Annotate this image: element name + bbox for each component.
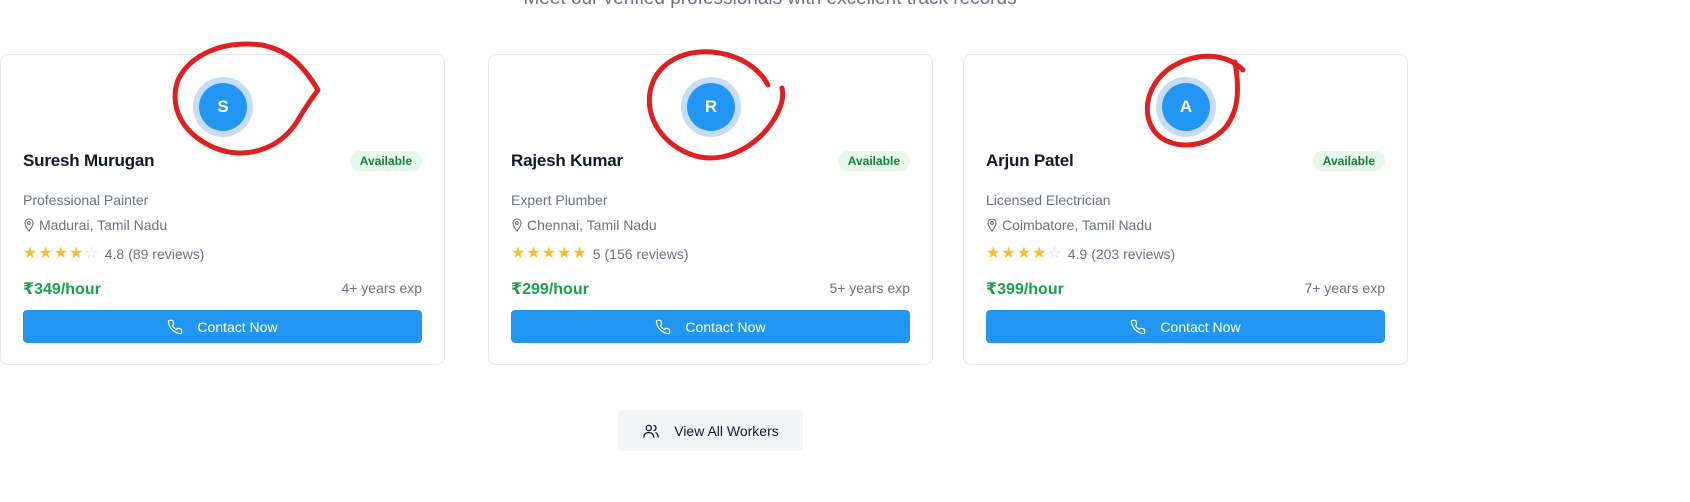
hourly-price: ₹299/hour	[511, 281, 589, 298]
worker-name: Suresh Murugan	[23, 151, 155, 170]
users-icon	[643, 424, 659, 438]
contact-label: Contact Now	[1160, 318, 1241, 335]
avatar: A	[1162, 83, 1210, 131]
star-icon: ★	[572, 245, 587, 262]
avatar-ring: A	[1156, 77, 1216, 137]
hourly-price: ₹399/hour	[986, 281, 1064, 298]
view-all-label: View All Workers	[674, 422, 779, 439]
map-pin-icon	[24, 218, 34, 232]
rating-value: 4.9	[1067, 246, 1088, 262]
map-pin-icon	[512, 218, 522, 232]
worker-profession: Expert Plumber	[511, 192, 608, 208]
star-icon: ★	[986, 245, 1001, 262]
experience-text: 7+ years exp	[1304, 280, 1385, 296]
avatar-ring: S	[193, 77, 253, 137]
star-rating: ★ ★ ★ ★ ☆	[986, 245, 1062, 263]
contact-label: Contact Now	[685, 318, 766, 335]
experience-text: 4+ years exp	[341, 280, 422, 296]
worker-card: A Arjun Patel Available Licensed Electri…	[963, 54, 1408, 365]
contact-now-button[interactable]: Contact Now	[986, 310, 1385, 343]
status-badge: Available	[349, 151, 422, 171]
star-icon: ★	[557, 245, 572, 262]
hourly-price: ₹349/hour	[23, 281, 101, 298]
worker-location: Coimbatore, Tamil Nadu	[986, 217, 1152, 233]
rating-row: ★ ★ ★ ★ ☆ 4.9 (203 reviews)	[986, 245, 1175, 263]
rating-value: 4.8	[104, 246, 125, 262]
star-icon: ☆	[84, 245, 99, 262]
contact-now-button[interactable]: Contact Now	[23, 310, 422, 343]
review-count: (89 reviews)	[128, 246, 205, 262]
worker-card: R Rajesh Kumar Available Expert Plumber …	[488, 54, 933, 365]
location-text: Chennai, Tamil Nadu	[527, 217, 657, 233]
star-icon: ★	[23, 245, 38, 262]
star-icon: ★	[511, 245, 526, 262]
status-badge: Available	[837, 151, 910, 171]
review-count: (156 reviews)	[604, 246, 689, 262]
worker-location: Chennai, Tamil Nadu	[511, 217, 657, 233]
phone-icon	[1131, 319, 1146, 334]
worker-name: Arjun Patel	[986, 151, 1074, 170]
worker-profession: Professional Painter	[23, 192, 149, 208]
star-icon: ☆	[1047, 245, 1062, 262]
rating-value: 5	[592, 246, 601, 262]
worker-name: Rajesh Kumar	[511, 151, 623, 170]
phone-icon	[656, 319, 671, 334]
worker-location: Madurai, Tamil Nadu	[23, 217, 167, 233]
rating-row: ★ ★ ★ ★ ☆ 4.8 (89 reviews)	[23, 245, 204, 263]
review-count: (203 reviews)	[1091, 246, 1176, 262]
map-pin-icon	[987, 218, 997, 232]
view-all-workers-button[interactable]: View All Workers	[618, 410, 803, 451]
rating-row: ★ ★ ★ ★ ★ 5 (156 reviews)	[511, 245, 689, 263]
star-icon: ★	[38, 245, 53, 262]
avatar: R	[687, 83, 735, 131]
star-rating: ★ ★ ★ ★ ☆	[23, 245, 99, 263]
experience-text: 5+ years exp	[829, 280, 910, 296]
status-badge: Available	[1312, 151, 1385, 171]
location-text: Madurai, Tamil Nadu	[39, 217, 168, 233]
worker-profession: Licensed Electrician	[986, 192, 1111, 208]
phone-icon	[168, 319, 183, 334]
star-icon: ★	[69, 245, 84, 262]
section-subtitle: Meet our verified professionals with exc…	[0, 0, 1540, 10]
star-icon: ★	[1001, 245, 1016, 262]
contact-now-button[interactable]: Contact Now	[511, 310, 910, 343]
star-icon: ★	[526, 245, 541, 262]
avatar-ring: R	[681, 77, 741, 137]
worker-card: S Suresh Murugan Available Professional …	[0, 54, 445, 365]
star-icon: ★	[541, 245, 557, 262]
star-rating: ★ ★ ★ ★ ★	[511, 245, 587, 263]
contact-label: Contact Now	[197, 318, 278, 335]
star-icon: ★	[1032, 245, 1047, 262]
star-icon: ★	[53, 245, 69, 262]
location-text: Coimbatore, Tamil Nadu	[1002, 217, 1152, 233]
star-icon: ★	[1016, 245, 1032, 262]
avatar: S	[199, 83, 247, 131]
